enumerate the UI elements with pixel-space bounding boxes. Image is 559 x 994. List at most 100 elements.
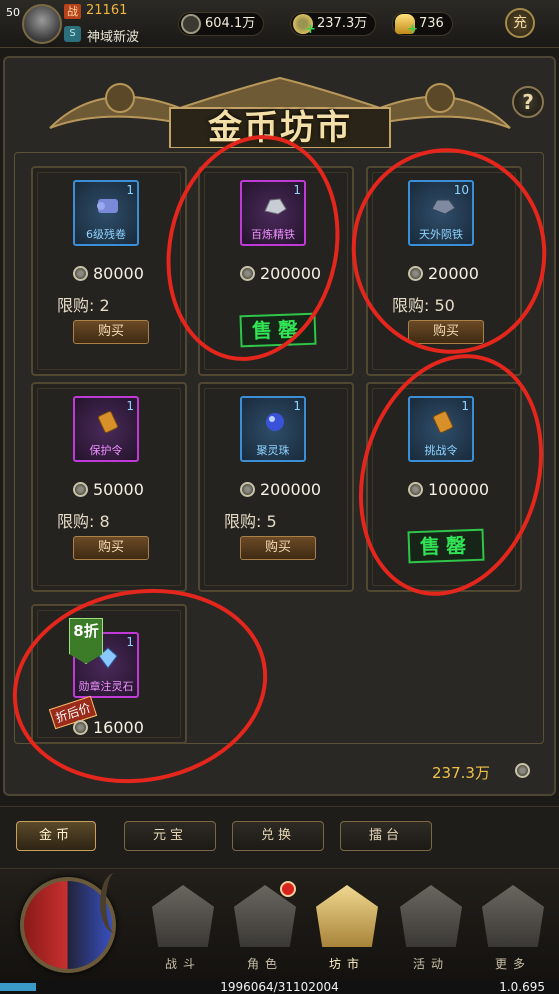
coin-icon: [408, 266, 423, 281]
gift-icon: [400, 885, 462, 947]
coin-resource[interactable]: + 237.3万: [290, 12, 377, 36]
item-price: 80000: [73, 264, 144, 283]
item-name: 百炼精铁: [251, 228, 295, 241]
server-icon: S: [64, 26, 81, 42]
iron-ore-icon: [264, 198, 287, 215]
coin-balance: 237.3万: [432, 764, 490, 782]
item-name: 保护令: [89, 444, 123, 457]
crossed-swords-icon: [152, 885, 214, 947]
shop-title: 金币坊市: [208, 108, 352, 148]
shop-pavilion-icon: [316, 885, 378, 947]
recharge-button[interactable]: 充: [505, 8, 535, 38]
orb-icon: [266, 413, 284, 431]
scroll-icon: [97, 199, 118, 213]
nav-events[interactable]: 活动: [394, 879, 468, 971]
item-name: 挑战令: [424, 444, 458, 457]
item-name: 天外陨铁: [419, 228, 463, 241]
buy-button[interactable]: 购买: [73, 536, 149, 560]
add-ingot-icon[interactable]: +: [407, 23, 418, 36]
purchase-limit: 限购: 2: [57, 296, 110, 315]
purchase-limit: 限购: 8: [57, 512, 110, 531]
tab-exchange[interactable]: 兑换: [232, 821, 324, 851]
nav-label: 战斗: [164, 957, 201, 971]
sold-out-stamp: 售罄: [407, 528, 485, 564]
shop-item-card: 1 勋章注灵石 8折 折后价 16000: [31, 604, 187, 744]
top-status-bar: 50 战 21161 S 神域新波 604.1万 + 237.3万 + 736 …: [0, 0, 559, 48]
tab-gold-coin[interactable]: 金币: [16, 821, 96, 851]
shop-item-card: 1 挑战令 100000 售罄: [366, 382, 522, 592]
tab-ingot[interactable]: 元宝: [124, 821, 216, 851]
silver-icon: [181, 14, 201, 34]
gold-ingot-value: 736: [419, 16, 444, 31]
buy-button[interactable]: 购买: [73, 320, 149, 344]
shop-item-card: 10 天外陨铁 20000 限购: 50 购买: [366, 166, 522, 376]
item-quantity: 10: [453, 183, 469, 197]
add-coin-icon[interactable]: +: [305, 23, 316, 36]
silver-resource[interactable]: 604.1万: [178, 12, 265, 36]
bottom-nav: 战斗 角色 坊市 活动 更多: [0, 868, 559, 980]
sold-out-stamp: 售罄: [239, 312, 317, 348]
dragon-ornament: [100, 873, 130, 933]
coin-icon: [73, 482, 88, 497]
gold-ingot-resource[interactable]: + 736: [392, 12, 453, 36]
help-button[interactable]: ?: [512, 86, 544, 118]
server-name: 神域新波: [87, 30, 140, 45]
item-price: 16000: [73, 718, 144, 737]
experience-text: 1996064/31102004: [220, 980, 339, 994]
power-tag: 战: [64, 4, 81, 19]
experience-bar: 1996064/31102004 1.0.695: [0, 980, 559, 994]
player-level: 50: [6, 6, 20, 19]
item-quantity: 1: [461, 399, 469, 413]
item-icon-box[interactable]: 1 挑战令: [408, 396, 474, 462]
shop-tabs: 金币 元宝 兑换 擂台: [0, 806, 559, 868]
more-emblem-icon: [482, 885, 544, 947]
item-quantity: 1: [293, 183, 301, 197]
shop-item-card: 1 百炼精铁 200000 售罄: [198, 166, 354, 376]
item-icon-box[interactable]: 1 聚灵珠: [240, 396, 306, 462]
buy-button[interactable]: 购买: [240, 536, 316, 560]
silver-value: 604.1万: [205, 16, 256, 31]
purchase-limit: 限购: 5: [224, 512, 277, 531]
coin-icon: [73, 266, 88, 281]
item-price: 200000: [240, 480, 321, 499]
item-quantity: 1: [126, 399, 134, 413]
item-price: 20000: [408, 264, 479, 283]
power-value: 21161: [86, 3, 128, 18]
version-label: 1.0.695: [499, 980, 545, 994]
nav-label: 更多: [494, 957, 531, 971]
shop-item-card: 1 聚灵珠 200000 限购: 5 购买: [198, 382, 354, 592]
item-quantity: 1: [293, 399, 301, 413]
buy-button[interactable]: 购买: [408, 320, 484, 344]
coin-icon: [73, 720, 88, 735]
nav-character[interactable]: 角色: [228, 879, 302, 971]
coin-icon: [240, 266, 255, 281]
item-icon-box[interactable]: 1 百炼精铁: [240, 180, 306, 246]
coin-value: 237.3万: [317, 16, 368, 31]
notification-dot: [280, 881, 296, 897]
shop-item-card: 1 6级残卷 80000 限购: 2 购买: [31, 166, 187, 376]
item-price: 100000: [408, 480, 489, 499]
item-price: 200000: [240, 264, 321, 283]
player-avatar[interactable]: [22, 4, 62, 44]
challenge-token-icon: [433, 411, 453, 433]
item-name: 6级残卷: [86, 228, 126, 241]
nav-label: 活动: [412, 957, 449, 971]
item-quantity: 1: [126, 183, 134, 197]
item-icon-box[interactable]: 10 天外陨铁: [408, 180, 474, 246]
token-icon: [98, 411, 118, 433]
item-name: 聚灵珠: [256, 444, 290, 457]
coin-icon: [408, 482, 423, 497]
purchase-limit: 限购: 50: [392, 296, 455, 315]
meteor-iron-icon: [431, 199, 456, 215]
nav-battle[interactable]: 战斗: [146, 879, 220, 971]
item-name: 勋章注灵石: [78, 680, 134, 693]
coin-icon: [240, 482, 255, 497]
item-icon-box[interactable]: 1 6级残卷: [73, 180, 139, 246]
item-icon-box[interactable]: 1 保护令: [73, 396, 139, 462]
coin-icon: [515, 763, 530, 778]
nav-more[interactable]: 更多: [476, 879, 550, 971]
nav-label: 坊市: [328, 957, 365, 971]
nav-market[interactable]: 坊市: [310, 879, 384, 971]
tab-arena[interactable]: 擂台: [340, 821, 432, 851]
item-price: 50000: [73, 480, 144, 499]
